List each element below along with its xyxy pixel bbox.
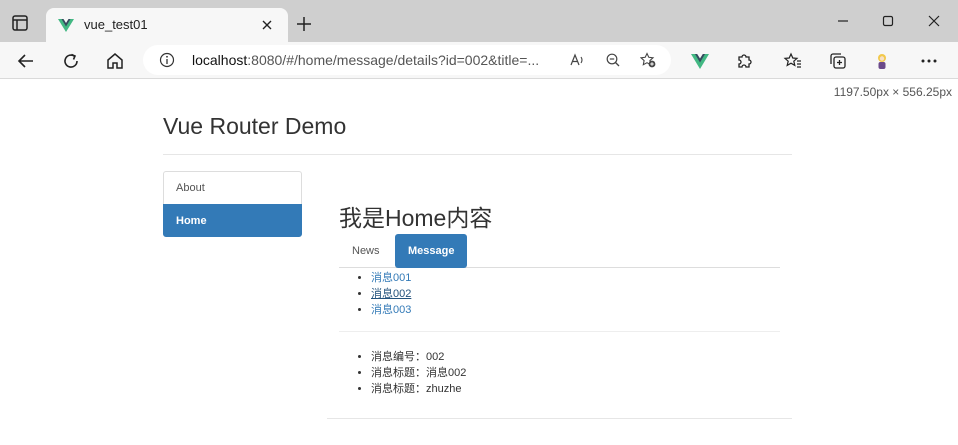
detail-author: 消息标题：zhuzhe <box>371 381 466 397</box>
home-tabs: News Message <box>339 234 780 268</box>
tab-actions-icon[interactable] <box>10 13 30 33</box>
message-link-003[interactable]: 消息003 <box>371 304 411 316</box>
collections-icon[interactable] <box>828 51 848 71</box>
url-path: :8080/#/home/message/details?id=002&titl… <box>247 52 540 68</box>
new-tab-icon[interactable] <box>296 16 312 32</box>
read-aloud-icon[interactable] <box>569 52 585 68</box>
vue-devtools-icon[interactable] <box>690 51 710 71</box>
tab-title: vue_test01 <box>84 17 148 32</box>
site-info-icon[interactable] <box>159 52 175 68</box>
zoom-out-icon[interactable] <box>605 52 621 68</box>
page-title: Vue Router Demo <box>163 113 347 139</box>
detail-id: 消息编号：002 <box>371 349 466 365</box>
divider <box>339 331 780 332</box>
more-options-icon[interactable] <box>919 51 939 71</box>
list-item: 消息003 <box>371 302 411 318</box>
page-header: Vue Router Demo <box>163 113 792 155</box>
vue-logo-icon <box>58 17 74 33</box>
close-window-icon[interactable] <box>926 13 942 29</box>
nav-link-about[interactable]: About <box>163 171 302 204</box>
profile-avatar-icon[interactable] <box>872 51 892 71</box>
browser-tab-bar: vue_test01 <box>0 0 958 42</box>
tab-news[interactable]: News <box>339 234 393 268</box>
list-item: 消息001 <box>371 270 411 286</box>
message-details: 消息编号：002 消息标题：消息002 消息标题：zhuzhe <box>371 349 466 397</box>
home-icon[interactable] <box>105 51 125 71</box>
maximize-icon[interactable] <box>880 13 896 29</box>
list-item: 消息002 <box>371 286 411 302</box>
viewport-dimensions: 1197.50px × 556.25px <box>833 85 952 99</box>
message-link-002[interactable]: 消息002 <box>371 288 411 300</box>
add-favorite-icon[interactable] <box>639 52 656 68</box>
detail-title: 消息标题：消息002 <box>371 365 466 381</box>
nav-link-home[interactable]: Home <box>163 204 302 237</box>
favorites-icon[interactable] <box>783 51 803 71</box>
address-bar[interactable]: localhost:8080/#/home/message/details?id… <box>143 45 671 75</box>
browser-toolbar: localhost:8080/#/home/message/details?id… <box>0 42 958 79</box>
minimize-icon[interactable] <box>835 13 851 29</box>
home-heading: 我是Home内容 <box>339 205 493 231</box>
browser-tab[interactable]: vue_test01 <box>46 8 288 42</box>
close-tab-icon[interactable] <box>260 18 274 32</box>
url-host: localhost <box>192 52 248 68</box>
message-list: 消息001 消息002 消息003 <box>371 270 411 318</box>
side-nav: About Home <box>163 171 302 237</box>
extensions-icon[interactable] <box>734 51 754 71</box>
home-panel: 我是Home内容 News Message 消息001 消息002 消息003 … <box>327 171 792 419</box>
tab-message[interactable]: Message <box>395 234 468 268</box>
back-icon[interactable] <box>16 51 36 71</box>
message-link-001[interactable]: 消息001 <box>371 272 411 284</box>
refresh-icon[interactable] <box>61 51 81 71</box>
url-text: localhost:8080/#/home/message/details?id… <box>192 52 539 68</box>
